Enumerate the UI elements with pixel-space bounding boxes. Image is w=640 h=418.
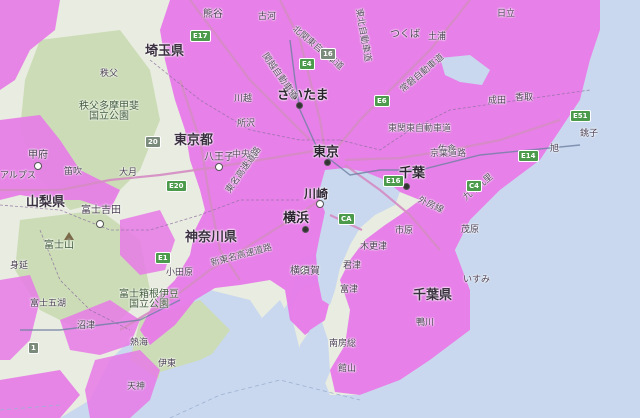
label-tsuchiura: 土浦 [428, 32, 447, 42]
label-tokorozawa: 所沢 [237, 119, 256, 129]
label-koga: 古河 [258, 12, 277, 22]
label-futtsu: 富津 [340, 285, 359, 295]
label-tsukuba-city: つくば [390, 29, 420, 40]
route-shield-n1: 1 [28, 342, 39, 354]
route-shield-e6: E6 [374, 95, 390, 107]
yokohama-city-marker [302, 226, 309, 233]
route-shield-e51: E51 [570, 110, 591, 122]
label-otsuki: 大月 [119, 168, 138, 178]
route-shield-ca: CA [338, 213, 355, 225]
label-ichihara: 市原 [395, 226, 414, 236]
label-mobara: 茂原 [461, 225, 480, 235]
label-mount-fuji: 富士山 [44, 240, 74, 251]
label-minobu: 身延 [10, 261, 29, 271]
label-minamiboso: 南房総 [329, 339, 357, 349]
route-shield-e4: E4 [299, 58, 315, 70]
label-narita: 成田 [488, 96, 507, 106]
label-tokyo-city: 東京 [313, 145, 340, 160]
label-fuji-hakone-park: 富士箱根伊豆 国立公園 [119, 289, 179, 310]
route-shield-n20: 20 [145, 136, 161, 148]
fujiyoshida-city-marker [96, 220, 104, 228]
label-fuji-five-lakes: 富士五湖 [30, 299, 67, 309]
label-hitachi: 日立 [497, 9, 516, 19]
label-saitama-pref: 埼玉県 [145, 44, 185, 59]
label-kawasaki-city: 川崎 [304, 187, 329, 201]
label-tenjin: 天神 [127, 382, 146, 392]
hachioji-city-marker [215, 163, 223, 171]
label-choshi: 銚子 [580, 129, 599, 139]
label-isumi: いすみ [463, 275, 491, 285]
label-alps: アルプス [0, 171, 36, 181]
map-view[interactable]: 埼玉県 東京都 山梨県 神奈川県 千葉県 さいたま 東京 千葉 川崎 横浜 横須… [0, 0, 640, 418]
label-hachioji-city: 八王子 [204, 152, 234, 163]
label-kisarazu: 木更津 [360, 242, 388, 252]
label-kawagoe: 川越 [234, 94, 253, 104]
route-shield-e16: E16 [383, 175, 404, 187]
label-asahi: 旭 [550, 144, 560, 154]
label-higashi-kanto-exp: 東関東自動車道 [388, 124, 452, 134]
label-fuefuki: 笛吹 [64, 167, 83, 177]
route-shield-e17: E17 [190, 30, 211, 42]
label-chichibu: 秩父 [100, 69, 119, 79]
label-chiba-pref: 千葉県 [413, 288, 453, 303]
label-kimitsu: 君津 [343, 261, 362, 271]
label-tateyama: 館山 [338, 364, 357, 374]
label-tokyo-pref: 東京都 [174, 133, 214, 148]
route-shield-e1: E1 [155, 252, 171, 264]
kofu-city-marker [34, 162, 42, 170]
label-kamogawa: 鴨川 [416, 318, 435, 328]
label-atami: 熱海 [130, 338, 149, 348]
route-shield-n16: 16 [320, 48, 336, 60]
label-fujiyoshida-city: 富士吉田 [81, 205, 121, 216]
label-ito: 伊東 [158, 359, 177, 369]
chiba-city-marker [403, 183, 410, 190]
route-shield-e14: E14 [518, 150, 539, 162]
label-yokohama-city: 横浜 [283, 211, 310, 226]
label-chichibu-tama-kai-park: 秩父多摩甲斐 国立公園 [79, 101, 139, 122]
label-numazu: 沼津 [77, 321, 96, 331]
mount-fuji-icon [64, 232, 74, 240]
label-yamanashi-pref: 山梨県 [26, 195, 66, 210]
label-kanagawa-pref: 神奈川県 [185, 230, 238, 245]
label-yokosuka-city: 横須賀 [290, 266, 320, 277]
label-kofu-city: 甲府 [28, 150, 48, 161]
route-shield-e20: E20 [166, 180, 187, 192]
tokyo-city-marker [324, 159, 331, 166]
kawasaki-city-marker [316, 200, 324, 208]
label-katori: 香取 [515, 93, 534, 103]
label-kumagaya-city: 熊谷 [203, 9, 223, 20]
label-keiyo: 京葉道路 [430, 149, 467, 159]
label-odawara: 小田原 [166, 268, 194, 278]
saitama-city-marker [296, 102, 303, 109]
route-shield-c4: C4 [466, 180, 483, 192]
